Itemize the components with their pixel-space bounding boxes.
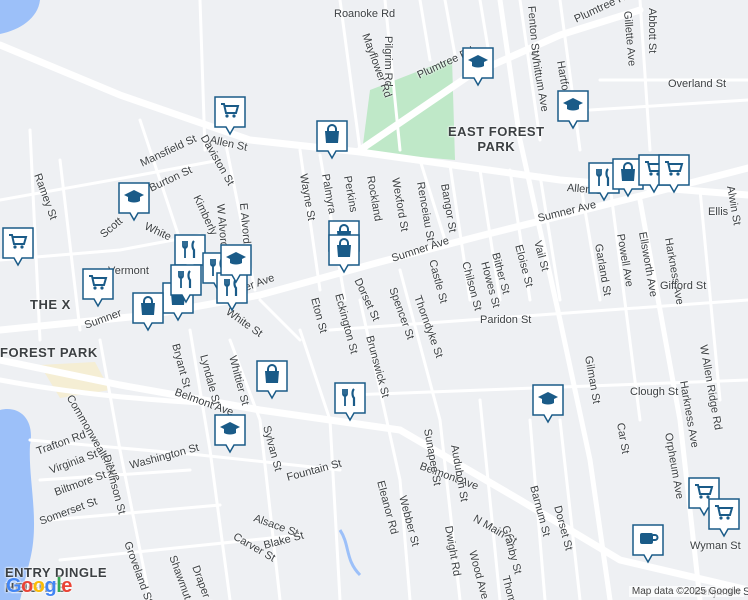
- poi-pin[interactable]: [555, 88, 591, 132]
- poi-pin[interactable]: [116, 180, 152, 224]
- street-label: Clough St: [630, 386, 679, 398]
- google-logo: Google: [6, 575, 72, 598]
- cart-icon: [214, 96, 246, 136]
- google-logo-letter: g: [44, 575, 57, 597]
- cart-icon: [82, 268, 114, 308]
- map-attribution[interactable]: Map data ©2025 Google: [628, 586, 744, 597]
- area-label-the-x: THE X: [30, 297, 71, 312]
- poi-pin[interactable]: [212, 94, 248, 138]
- cart-icon: [658, 154, 690, 194]
- poi-pin[interactable]: [218, 242, 254, 286]
- poi-pin[interactable]: [212, 412, 248, 456]
- stream-water: [338, 529, 362, 577]
- bag-icon: [328, 234, 360, 274]
- grad-cap-icon: [214, 414, 246, 454]
- street-label: Abbott St: [646, 8, 658, 54]
- street-label: Wyman St: [690, 540, 741, 552]
- poi-pin[interactable]: [0, 225, 36, 269]
- poi-pin[interactable]: [332, 380, 368, 424]
- poi-pin[interactable]: [314, 118, 350, 162]
- cart-icon: [708, 498, 740, 538]
- fork-knife-icon: [334, 382, 366, 422]
- poi-pin[interactable]: [706, 496, 742, 540]
- street-label: Ellis: [708, 206, 729, 218]
- grad-cap-icon: [462, 47, 494, 87]
- grad-cap-icon: [532, 384, 564, 424]
- grad-cap-icon: [220, 244, 252, 284]
- bag-icon: [132, 292, 164, 332]
- cart-icon: [2, 227, 34, 267]
- grad-cap-icon: [118, 182, 150, 222]
- area-label-east-forest-park: EAST FOREST PARK: [448, 124, 545, 154]
- poi-pin[interactable]: [460, 45, 496, 89]
- street-label: Gifford St: [660, 280, 707, 292]
- google-logo-letter: e: [61, 575, 72, 597]
- google-logo-letter: G: [6, 575, 22, 597]
- poi-pin[interactable]: [168, 262, 204, 306]
- google-logo-letter: o: [21, 575, 33, 597]
- street-label: Overland St: [668, 78, 727, 90]
- poi-pin[interactable]: [656, 152, 692, 196]
- poi-pin[interactable]: [80, 266, 116, 310]
- coffee-icon: [632, 524, 664, 564]
- poi-pin[interactable]: [630, 522, 666, 566]
- poi-pin[interactable]: [326, 232, 362, 276]
- street-label: Paridon St: [480, 314, 532, 326]
- poi-pin[interactable]: [254, 358, 290, 402]
- area-label-forest-park: FOREST PARK: [0, 345, 98, 360]
- poi-pin[interactable]: [130, 290, 166, 334]
- map-canvas[interactable]: EAST FOREST PARK THE X FOREST PARK ENTRY…: [0, 0, 748, 600]
- fork-knife-icon: [170, 264, 202, 304]
- grad-cap-icon: [557, 90, 589, 130]
- bag-icon: [256, 360, 288, 400]
- street-label: Roanoke Rd: [334, 8, 396, 20]
- google-logo-letter: o: [32, 575, 45, 597]
- pond-water: [0, 0, 40, 34]
- bag-icon: [316, 120, 348, 160]
- poi-pin[interactable]: [530, 382, 566, 426]
